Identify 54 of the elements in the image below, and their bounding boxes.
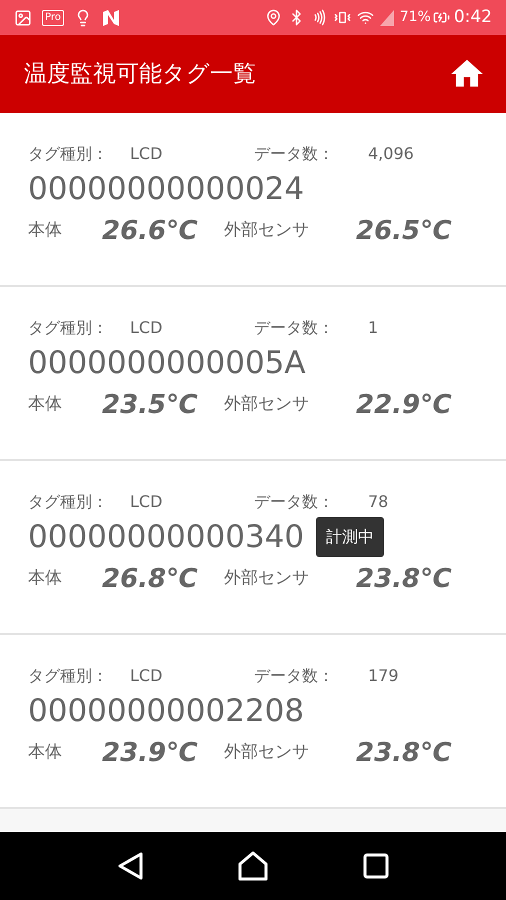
- data-count-value: 1: [368, 317, 378, 339]
- tag-card[interactable]: タグ種別： LCD データ数： 1 0000000000005A 本体 23.5℃ 外部センサ 22.9℃: [0, 287, 506, 461]
- tag-card[interactable]: タグ種別： LCD データ数： 4,096 00000000000024 本体 26.6℃ 外部センサ 26.5℃: [0, 113, 506, 287]
- tag-id: 0000000000005A: [28, 348, 306, 378]
- body-label: 本体: [28, 219, 63, 242]
- body-temperature: 23.5℃: [102, 388, 199, 422]
- external-sensor-label: 外部センサ: [224, 219, 310, 242]
- image-icon: [14, 8, 32, 26]
- tag-card[interactable]: タグ種別： LCD データ数： 179 00000000002208 本体 23.9℃ 外部センサ 23.8℃: [0, 635, 506, 809]
- body-label: 本体: [28, 741, 63, 764]
- tag-type-label: タグ種別：: [28, 491, 109, 513]
- body-temperature: 23.9℃: [102, 736, 199, 770]
- data-count-value: 4,096: [368, 143, 414, 165]
- tag-id: 00000000000024: [28, 174, 304, 204]
- back-icon[interactable]: [117, 852, 144, 880]
- body-label: 本体: [28, 393, 63, 416]
- no-signal-icon: [380, 10, 394, 26]
- data-count-label: データ数：: [254, 665, 335, 687]
- tag-type-label: タグ種別：: [28, 665, 109, 687]
- recent-apps-icon[interactable]: [362, 853, 389, 879]
- external-temperature: 23.8℃: [356, 736, 452, 770]
- tag-id: 00000000002208: [28, 696, 304, 726]
- external-temperature: 26.5℃: [356, 214, 452, 248]
- tag-type-label: タグ種別：: [28, 317, 109, 339]
- body-label: 本体: [28, 567, 63, 590]
- external-temperature: 22.9℃: [356, 388, 452, 422]
- tag-type-value: LCD: [130, 317, 164, 339]
- home-icon[interactable]: [238, 851, 268, 881]
- external-sensor-label: 外部センサ: [224, 741, 310, 764]
- external-sensor-label: 外部センサ: [224, 567, 310, 590]
- data-count-label: データ数：: [254, 491, 335, 513]
- tag-card[interactable]: タグ種別： LCD データ数： 78 00000000000340 計測中 本体 26.8℃ 外部センサ 23.8℃: [0, 461, 506, 635]
- battery-percentage: 71%: [400, 8, 431, 27]
- tag-type-value: LCD: [130, 143, 164, 165]
- measuring-badge: 計測中: [316, 517, 384, 557]
- tag-type-label: タグ種別：: [28, 143, 109, 165]
- body-temperature: 26.6℃: [102, 214, 199, 248]
- clock: 0:42: [454, 6, 492, 29]
- data-count-value: 78: [368, 491, 388, 513]
- n-logo-icon: [102, 10, 120, 26]
- data-count-value: 179: [368, 665, 399, 687]
- data-count-label: データ数：: [254, 317, 335, 339]
- tag-id: 00000000000340: [28, 522, 304, 552]
- screen-title: 温度監視可能タグ一覧: [24, 60, 257, 89]
- data-count-label: データ数：: [254, 143, 335, 165]
- vibrate-icon: [334, 9, 351, 26]
- location-icon: [264, 9, 282, 26]
- body-temperature: 26.8℃: [102, 562, 199, 596]
- tag-type-value: LCD: [130, 665, 164, 687]
- tag-type-value: LCD: [130, 491, 164, 513]
- external-temperature: 23.8℃: [356, 562, 452, 596]
- wifi-icon: [356, 9, 374, 26]
- app-badge: Pro: [42, 10, 64, 26]
- external-sensor-label: 外部センサ: [224, 393, 310, 416]
